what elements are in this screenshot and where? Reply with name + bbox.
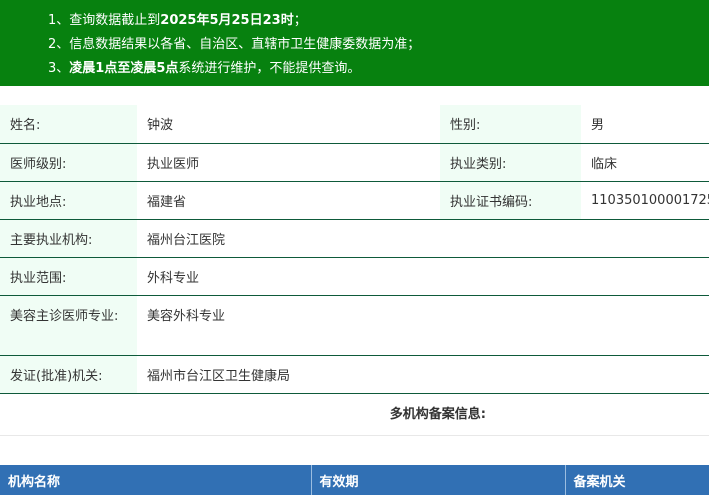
doctor-info-table: 姓名: 钟波 性别: 男 医师级别: 执业医师 执业类别: 临床 执业地点: 福… — [0, 105, 709, 394]
column-header-registry: 备案机关 — [565, 465, 709, 495]
multi-institution-table: 机构名称 有效期 备案机关 — [0, 465, 709, 495]
institution-label: 主要执业机构: — [0, 219, 137, 258]
table-row: 执业地点: 福建省 执业证书编码: 110350100001725 — [0, 181, 709, 220]
cert-value: 110350100001725 — [581, 181, 709, 220]
table-row: 医师级别: 执业医师 执业类别: 临床 — [0, 143, 709, 182]
location-value: 福建省 — [137, 181, 440, 220]
beauty-value: 美容外科专业 — [137, 295, 709, 356]
scope-value: 外科专业 — [137, 257, 709, 296]
location-label: 执业地点: — [0, 181, 137, 220]
table-row: 发证(批准)机关: 福州市台江区卫生健康局 — [0, 355, 709, 394]
gender-value: 男 — [581, 105, 709, 144]
notice-line-3: 3、凌晨1点至凌晨5点系统进行维护，不能提供查询。 — [48, 61, 361, 76]
category-value: 临床 — [581, 143, 709, 182]
notice-line-2: 2、信息数据结果以各省、自治区、直辖市卫生健康委数据为准； — [48, 37, 421, 52]
table-row: 美容主诊医师专业: 美容外科专业 — [0, 295, 709, 356]
name-label: 姓名: — [0, 105, 137, 144]
issuer-value: 福州市台江区卫生健康局 — [137, 355, 709, 394]
table-row: 姓名: 钟波 性别: 男 — [0, 105, 709, 144]
column-header-validity: 有效期 — [311, 465, 566, 495]
name-value: 钟波 — [137, 105, 440, 144]
table-row: 主要执业机构: 福州台江医院 — [0, 219, 709, 258]
scope-label: 执业范围: — [0, 257, 137, 296]
issuer-label: 发证(批准)机关: — [0, 355, 137, 394]
category-label: 执业类别: — [440, 143, 581, 182]
beauty-label: 美容主诊医师专业: — [0, 295, 137, 356]
notice-line-1: 1、查询数据截止到2025年5月25日23时； — [48, 13, 307, 28]
cert-label: 执业证书编码: — [440, 181, 581, 220]
table-row: 执业范围: 外科专业 — [0, 257, 709, 296]
column-header-institution: 机构名称 — [0, 465, 312, 495]
level-value: 执业医师 — [137, 143, 440, 182]
level-label: 医师级别: — [0, 143, 137, 182]
gender-label: 性别: — [440, 105, 581, 144]
notice-banner: 1、查询数据截止到2025年5月25日23时； 2、信息数据结果以各省、自治区、… — [0, 0, 709, 86]
multi-institution-title: 多机构备案信息: — [0, 394, 709, 436]
institution-value: 福州台江医院 — [137, 219, 709, 258]
table-header-row: 机构名称 有效期 备案机关 — [0, 465, 709, 495]
